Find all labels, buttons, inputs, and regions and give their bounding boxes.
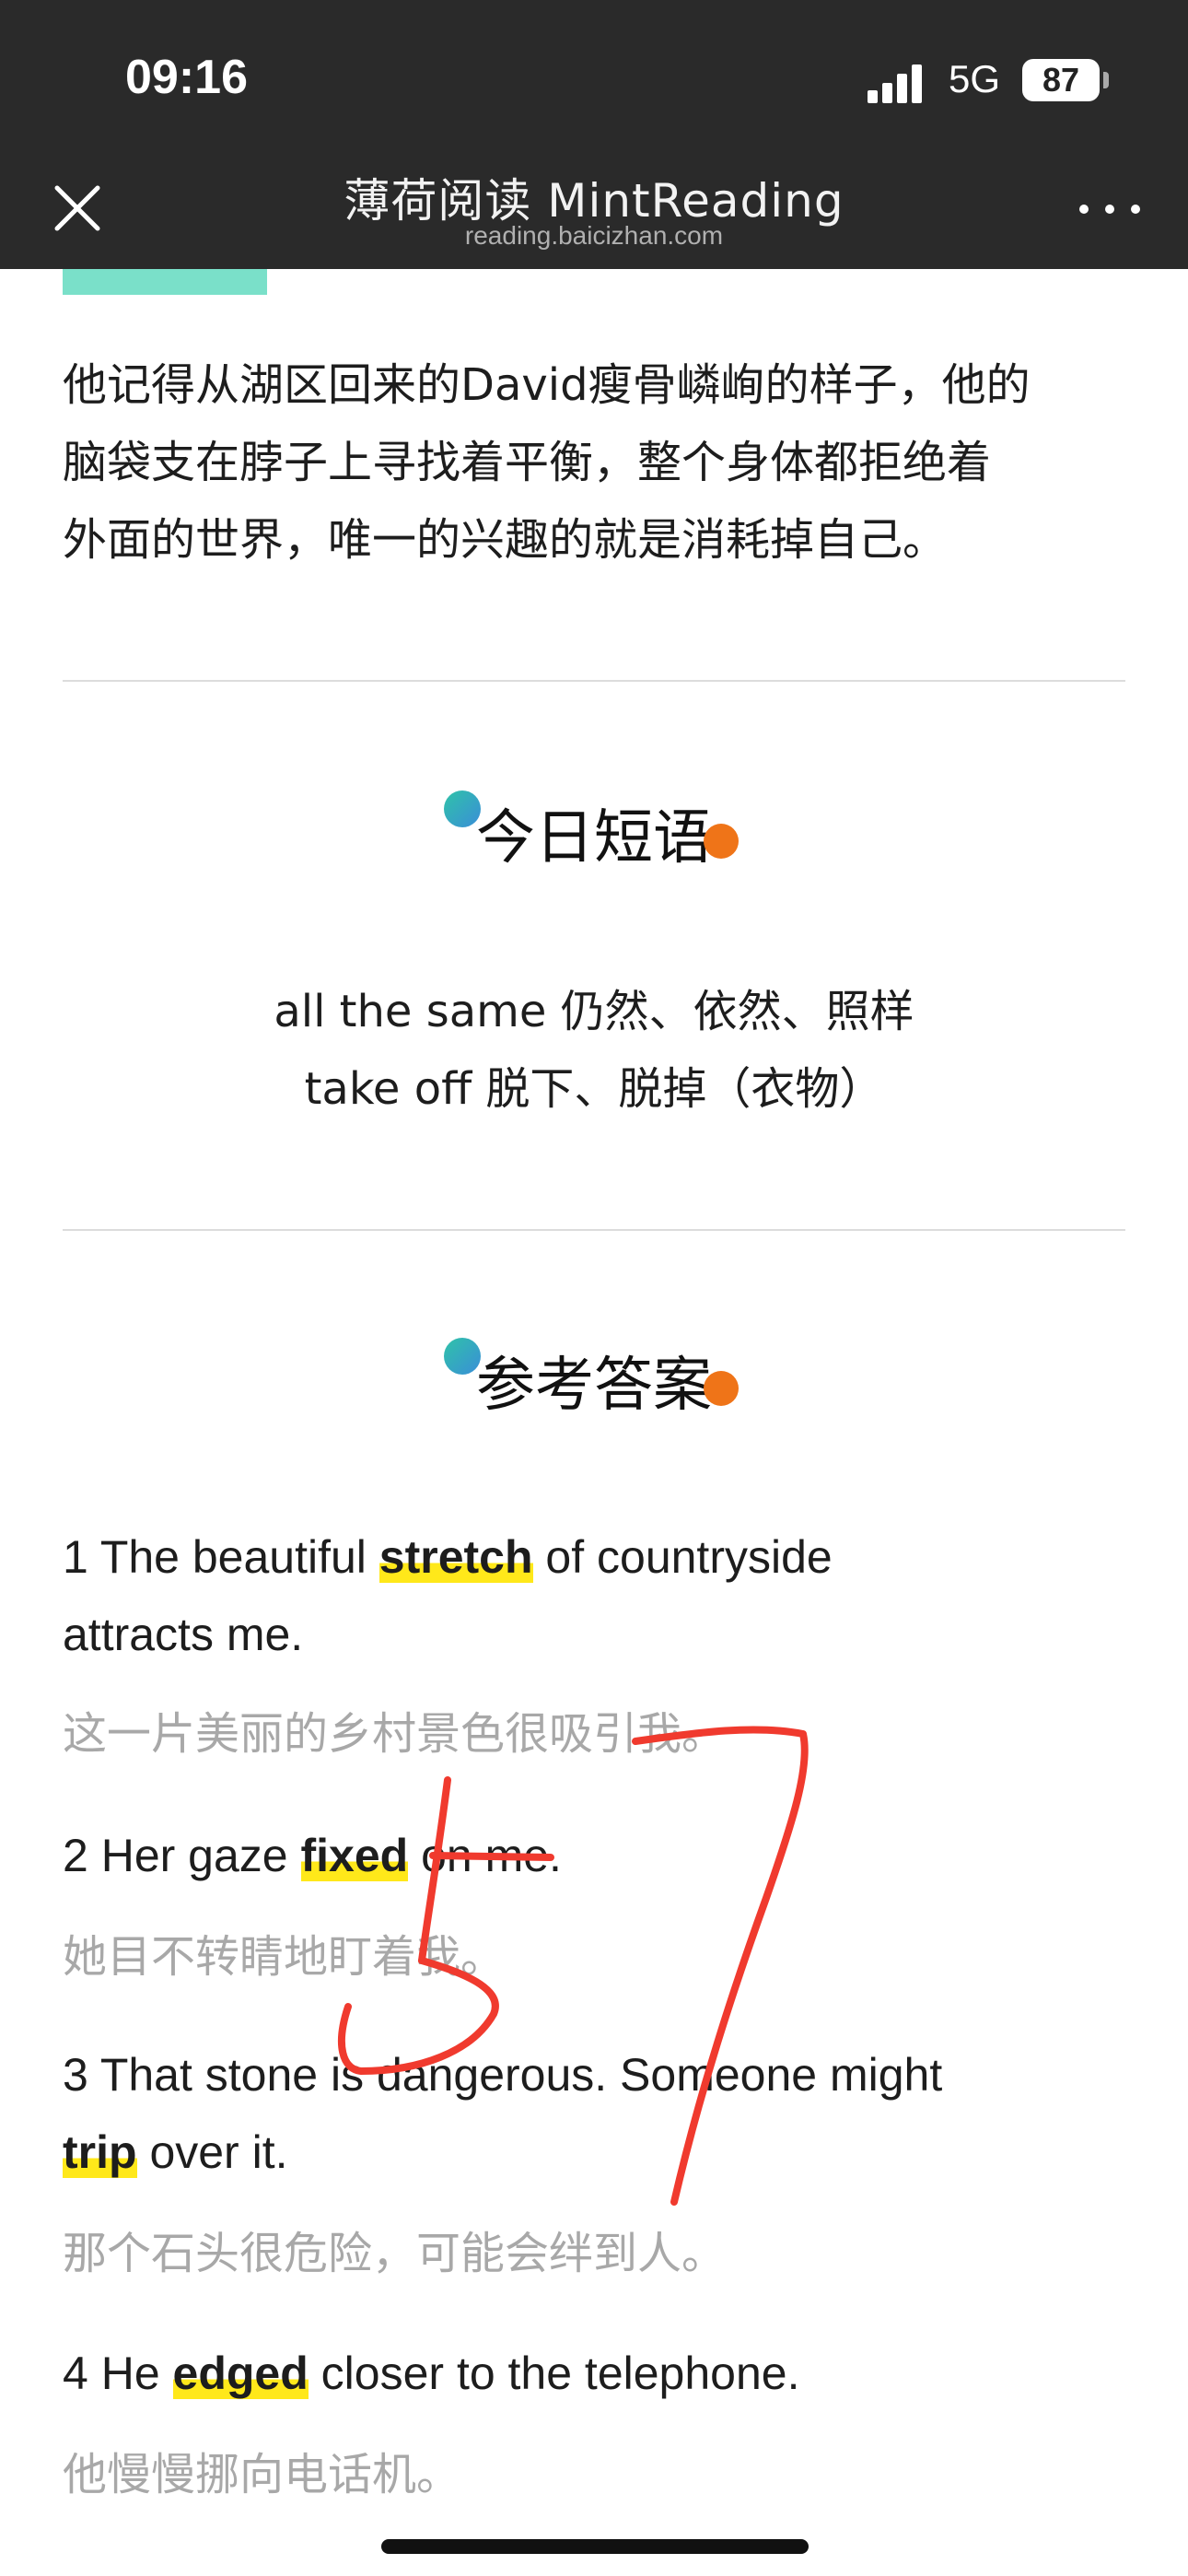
answer-translation: 那个石头很危险，可能会绊到人。 (63, 2228, 727, 2279)
divider (63, 1229, 1125, 1231)
section-tag (63, 269, 267, 295)
top-bar: 09:16 5G 87 薄荷阅读 MintReading reading.bai… (0, 0, 1188, 269)
answer-sentence: 4 He edged closer to the telephone. (63, 2348, 800, 2399)
divider (63, 680, 1125, 682)
paragraph-line: 外面的世界，唯一的兴趣的就是消耗掉自己。 (63, 514, 948, 566)
phrase-item: take off 脱下、脱掉（衣物） (304, 1063, 884, 1115)
keyword-highlight: fixed (300, 1830, 409, 1881)
battery-icon: 87 (1022, 59, 1100, 101)
phrases-title: 今日短语 (476, 804, 712, 872)
paragraph-line: 脑袋支在脖子上寻找着平衡，整个身体都拒绝着 (63, 437, 992, 488)
answer-sentence: 3 That stone is dangerous. Someone might… (63, 2049, 943, 2178)
battery-tip (1103, 72, 1109, 88)
decor-dot-orange (704, 1371, 739, 1406)
more-options-icon[interactable] (1079, 199, 1144, 217)
answer-sentence: 2 Her gaze fixed on me. (63, 1830, 562, 1881)
cellular-signal-icon (868, 64, 922, 103)
answer-translation: 他慢慢挪向电话机。 (63, 2449, 461, 2500)
keyword-highlight: trip (63, 2126, 137, 2178)
answer-sentence: 1 The beautiful stretch of countryside a… (63, 1531, 833, 1660)
close-icon[interactable] (50, 181, 105, 236)
network-label: 5G (949, 57, 1001, 100)
status-time: 09:16 (125, 51, 248, 104)
home-indicator[interactable] (381, 2539, 809, 2554)
keyword-highlight: edged (172, 2348, 309, 2399)
story-paragraph: 他记得从湖区回来的David瘦骨嶙峋的样子，他的 脑袋支在脖子上寻找着平衡，整个… (63, 346, 1131, 579)
answer-translation: 这一片美丽的乡村景色很吸引我。 (63, 1708, 727, 1760)
answers-title: 参考答案 (476, 1352, 712, 1420)
page-url: reading.baicizhan.com (464, 221, 724, 250)
decor-dot-orange (704, 824, 739, 859)
answer-translation: 她目不转睛地盯着我。 (63, 1931, 506, 1983)
paragraph-line: 他记得从湖区回来的David瘦骨嶙峋的样子，他的 (63, 359, 1031, 411)
phrase-item: all the same 仍然、依然、照样 (274, 986, 914, 1037)
keyword-highlight: stretch (379, 1531, 533, 1583)
